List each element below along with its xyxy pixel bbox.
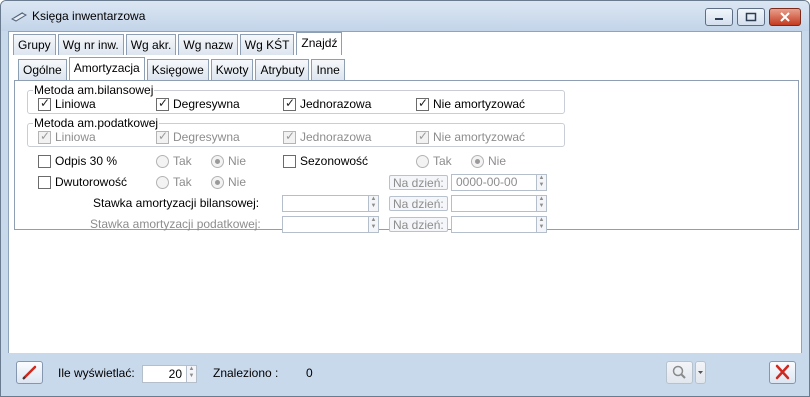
magnifier-icon <box>672 365 686 379</box>
bilansowa-group-label: Metoda am.bilansowej <box>33 83 155 97</box>
label-odpis-nie: Nie <box>228 154 247 168</box>
sub-tab-strip: Ogólne Amortyzacja Księgowe Kwoty Atrybu… <box>18 57 347 81</box>
tab-amortyzacja[interactable]: Amortyzacja <box>68 57 145 80</box>
clear-filter-button[interactable] <box>16 361 43 384</box>
label-stawka-podatkowa: Stawka amortyzacji podatkowej: <box>90 217 261 231</box>
stawka-podatkowa-input[interactable] <box>282 216 369 233</box>
label-dwutorowosc-tak: Tak <box>173 175 192 189</box>
checkbox-bil-nie-amortyzowac[interactable] <box>416 96 429 111</box>
label-sezonowosc: Sezonowość <box>300 154 369 168</box>
eraser-icon <box>22 365 37 380</box>
tab-wg-akr[interactable]: Wg akr. <box>125 34 177 55</box>
checkbox-dwutorowosc[interactable] <box>38 176 51 189</box>
close-button[interactable] <box>769 361 796 384</box>
checkbox-bil-jednorazowa[interactable] <box>283 96 296 111</box>
tab-atrybuty[interactable]: Atrybuty <box>255 59 310 80</box>
label-sezonowosc-tak: Tak <box>433 154 452 168</box>
label-pod-degresywna: Degresywna <box>173 130 240 144</box>
content-area: Grupy Wg nr inw. Wg akr. Wg nazw Wg KŚT … <box>8 31 802 389</box>
search-options-dropdown[interactable] <box>695 361 706 384</box>
search-button[interactable] <box>666 361 693 384</box>
checkbox-bil-liniowa[interactable] <box>38 96 51 111</box>
radio-dwutorowosc-tak[interactable] <box>156 176 169 189</box>
radio-sezonowosc-tak[interactable] <box>416 155 429 168</box>
tab-wg-kst[interactable]: Wg KŚT <box>239 34 295 55</box>
bottom-toolbar: Ile wyświetlać: 20 ▲ ▼ Znaleziono : 0 <box>1 353 809 396</box>
tab-kwoty[interactable]: Kwoty <box>210 59 254 80</box>
minimize-icon <box>715 18 723 20</box>
stawka-podatkowa-spinner[interactable]: ▲ ▼ <box>368 216 379 233</box>
label-pod-jednorazowa: Jednorazowa <box>300 130 372 144</box>
amortyzacja-panel: Metoda am.bilansowej Liniowa Degresywna … <box>14 80 799 233</box>
book-icon <box>11 12 27 22</box>
podatkowa-group-label: Metoda am.podatkowej <box>33 116 160 130</box>
maximize-icon <box>745 12 757 22</box>
label-sezonowosc-nie: Nie <box>488 154 507 168</box>
tab-wg-nazw[interactable]: Wg nazw <box>178 34 238 55</box>
na-dzien-button-3[interactable]: Na dzień: <box>389 217 448 232</box>
label-stawka-bilansowa: Stawka amortyzacji bilansowej: <box>93 196 260 210</box>
label-pod-liniowa: Liniowa <box>55 130 96 144</box>
checkbox-odpis-30[interactable] <box>38 155 51 168</box>
znaleziono-count: 0 <box>306 366 313 380</box>
minimize-button[interactable] <box>705 8 733 26</box>
label-pod-nie-amortyzowac: Nie amortyzować <box>433 130 526 144</box>
label-ile-wyswietlac: Ile wyświetlać: <box>58 366 135 380</box>
na-dzien-button-1[interactable]: Na dzień: <box>389 175 448 190</box>
checkbox-pod-nie-amortyzowac[interactable] <box>416 129 429 144</box>
label-dwutorowosc-nie: Nie <box>228 175 247 189</box>
ile-wyswietlac-input[interactable]: 20 <box>142 365 187 383</box>
stawka-bilansowa-spinner[interactable]: ▲ ▼ <box>368 195 379 212</box>
chevron-down-icon <box>698 371 703 374</box>
na-dzien-date-field-2[interactable] <box>451 195 537 212</box>
top-tab-strip: Grupy Wg nr inw. Wg akr. Wg nazw Wg KŚT … <box>13 32 344 56</box>
na-dzien-date-field-1[interactable]: 0000-00-00 <box>451 174 537 191</box>
checkbox-pod-liniowa[interactable] <box>38 129 51 144</box>
na-dzien-date-field-3[interactable] <box>451 216 537 233</box>
label-odpis-30: Odpis 30 % <box>55 154 118 168</box>
maximize-button[interactable] <box>737 8 765 26</box>
red-x-icon <box>775 364 790 380</box>
main-window: Księga inwentarzowa Grupy Wg nr inw. Wg … <box>0 0 810 397</box>
checkbox-pod-degresywna[interactable] <box>156 129 169 144</box>
ile-wyswietlac-spinner[interactable]: ▲ ▼ <box>186 365 197 383</box>
radio-sezonowosc-nie[interactable] <box>471 155 484 168</box>
tab-znajdz[interactable]: Znajdź <box>296 32 343 55</box>
tab-ksiegowe[interactable]: Księgowe <box>146 59 209 80</box>
stawka-bilansowa-input[interactable] <box>282 195 369 212</box>
tab-inne[interactable]: Inne <box>311 59 345 80</box>
label-odpis-tak: Tak <box>173 154 192 168</box>
checkbox-sezonowosc[interactable] <box>283 155 296 168</box>
tab-wg-nr-inw[interactable]: Wg nr inw. <box>57 34 124 55</box>
close-window-button[interactable] <box>769 8 801 26</box>
na-dzien-button-2[interactable]: Na dzień: <box>389 196 448 211</box>
label-bil-liniowa: Liniowa <box>55 97 96 111</box>
tab-ogolne[interactable]: Ogólne <box>18 59 67 80</box>
label-bil-jednorazowa: Jednorazowa <box>300 97 372 111</box>
radio-odpis-nie[interactable] <box>211 155 224 168</box>
tab-grupy[interactable]: Grupy <box>13 34 56 55</box>
close-icon <box>780 12 790 22</box>
radio-odpis-tak[interactable] <box>156 155 169 168</box>
label-znaleziono: Znaleziono : <box>213 366 279 380</box>
radio-dwutorowosc-nie[interactable] <box>211 176 224 189</box>
date-spinner-1[interactable]: ▲ ▼ <box>536 174 547 191</box>
window-title: Księga inwentarzowa <box>32 9 146 23</box>
date-spinner-2[interactable]: ▲ ▼ <box>536 195 547 212</box>
label-bil-degresywna: Degresywna <box>173 97 240 111</box>
date-spinner-3[interactable]: ▲ ▼ <box>536 216 547 233</box>
checkbox-pod-jednorazowa[interactable] <box>283 129 296 144</box>
title-bar: Księga inwentarzowa <box>1 1 809 31</box>
label-dwutorowosc: Dwutorowość <box>55 175 128 189</box>
checkbox-bil-degresywna[interactable] <box>156 96 169 111</box>
label-bil-nie-amortyzowac: Nie amortyzować <box>433 97 526 111</box>
